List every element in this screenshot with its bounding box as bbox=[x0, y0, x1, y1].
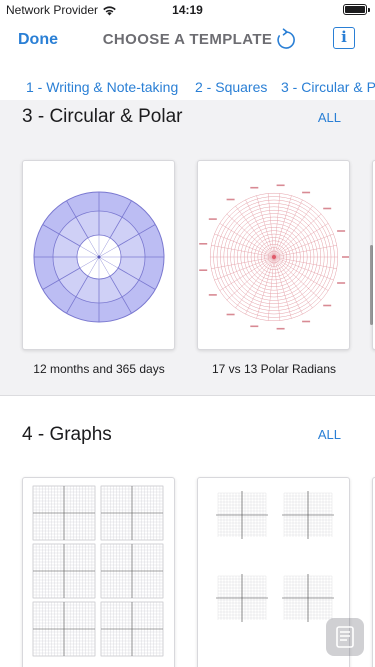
section-all-button[interactable]: ALL bbox=[318, 110, 341, 125]
template-card-polar-months[interactable] bbox=[22, 160, 175, 350]
navigation-bar: Done CHOOSE A TEMPLATE i bbox=[0, 20, 375, 64]
template-card-six-grid[interactable] bbox=[22, 477, 175, 667]
tab-circular-polar[interactable]: 3 - Circular & Polar bbox=[281, 79, 375, 95]
battery-fill bbox=[345, 6, 365, 13]
battery-icon bbox=[343, 4, 370, 15]
section-graphs: 4 - Graphs ALL bbox=[0, 397, 375, 667]
status-bar: Network Provider 14:19 bbox=[0, 0, 375, 20]
status-time: 14:19 bbox=[172, 3, 203, 17]
section-title: 4 - Graphs bbox=[22, 424, 112, 445]
section-circular-polar: 3 - Circular & Polar ALL 12 months and 3… bbox=[0, 100, 375, 396]
six-grid-graph-thumbnail bbox=[32, 485, 164, 657]
tab-squares[interactable]: 2 - Squares bbox=[195, 79, 267, 95]
template-label: 17 vs 13 Polar Radians bbox=[211, 362, 337, 376]
template-label: 12 months and 365 days bbox=[33, 362, 165, 376]
template-card-polar-radians[interactable] bbox=[197, 160, 350, 350]
floating-action-button[interactable] bbox=[326, 618, 364, 656]
tab-writing-note-taking[interactable]: 1 - Writing & Note-taking bbox=[26, 79, 178, 95]
refresh-icon[interactable] bbox=[273, 27, 299, 53]
page-title: CHOOSE A TEMPLATE bbox=[102, 31, 273, 48]
polar-months-thumbnail bbox=[33, 191, 165, 323]
section-title: 3 - Circular & Polar bbox=[22, 106, 183, 127]
section-all-button[interactable]: ALL bbox=[318, 427, 341, 442]
info-icon[interactable]: i bbox=[333, 27, 355, 49]
polar-radians-thumbnail bbox=[199, 184, 349, 330]
scroll-indicator[interactable] bbox=[370, 245, 373, 325]
stacked-pages-icon bbox=[336, 626, 354, 648]
